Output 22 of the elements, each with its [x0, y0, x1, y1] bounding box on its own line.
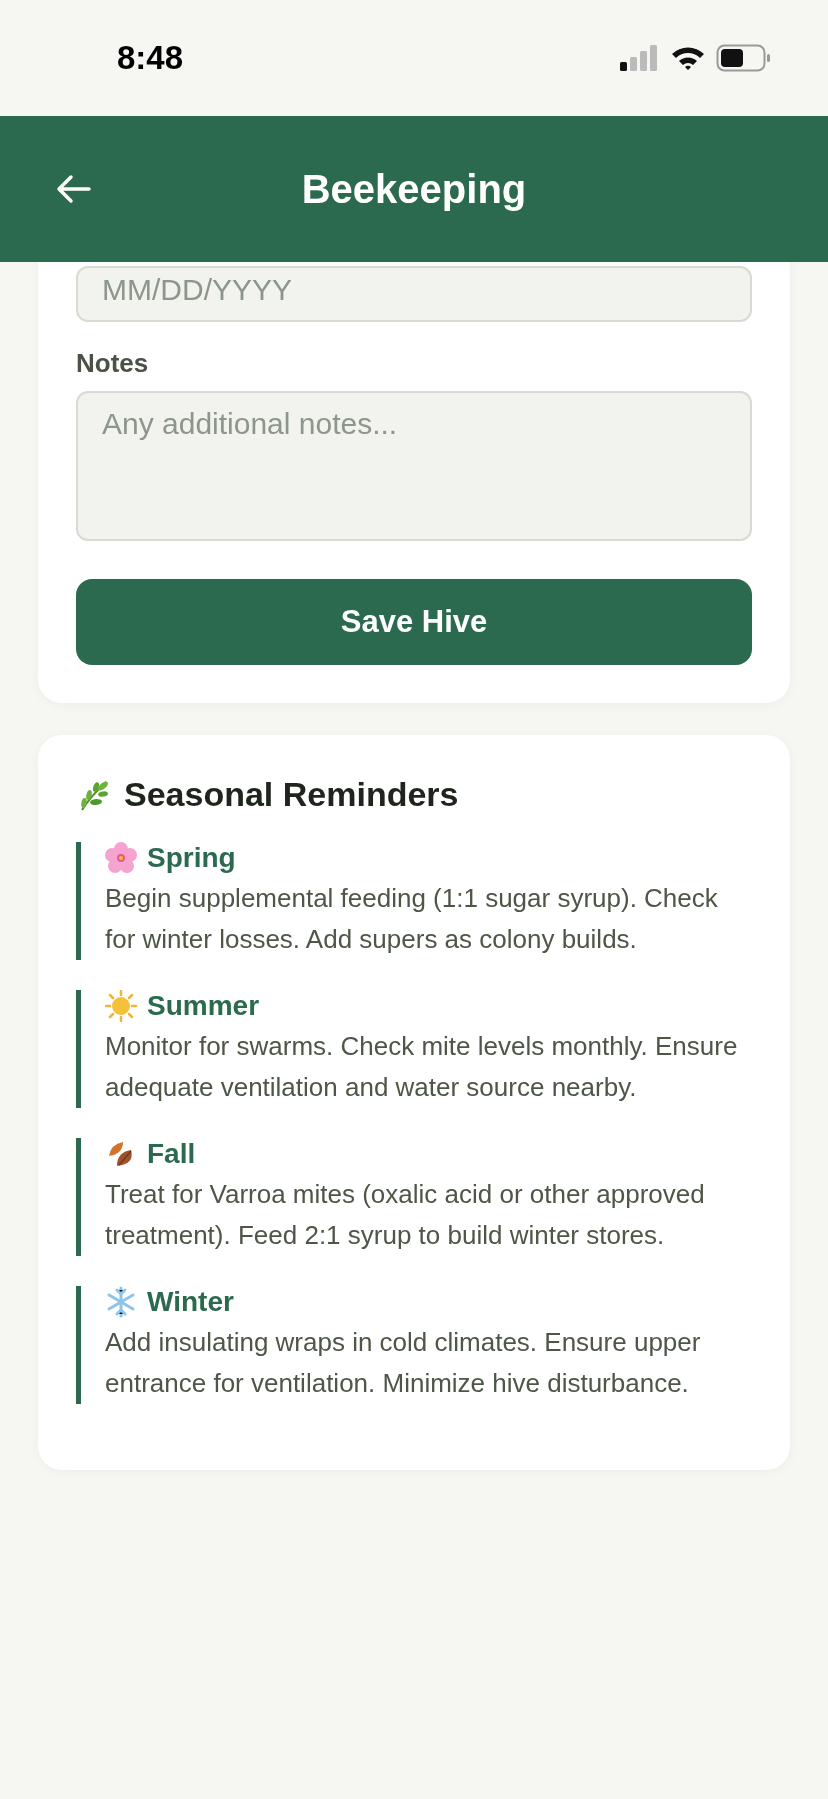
battery-icon: [716, 44, 772, 72]
sun-icon: [105, 990, 137, 1022]
reminder-text: Monitor for swarms. Check mite levels monthly. Ensure adequate ventilation and water source nearby.: [105, 1030, 739, 1104]
season-name: Winter: [147, 1286, 234, 1318]
reminder-text: Treat for Varroa mites (oxalic acid or other approved treatment). Feed 2:1 syrup to build winter stores.: [105, 1178, 706, 1252]
section-title: Seasonal Reminders: [124, 775, 459, 814]
notes-field[interactable]: Any additional notes...: [76, 391, 752, 541]
flower-icon: [105, 842, 137, 874]
date-field[interactable]: MM/DD/YYYY: [76, 266, 752, 322]
snowflake-icon: [105, 1286, 137, 1318]
season-name: Fall: [147, 1138, 196, 1170]
wifi-icon: [670, 45, 706, 71]
status-time: 8:48: [117, 39, 184, 77]
signal-icon: [620, 45, 660, 71]
back-arrow-icon[interactable]: [56, 174, 92, 204]
reminder-text: Begin supplemental feeding (1:1 sugar syrup). Check for winter losses. Add supers as colony builds.: [105, 882, 719, 956]
season-name: Summer: [147, 990, 260, 1022]
save-hive-button[interactable]: Save Hive: [76, 579, 752, 665]
notes-label: Notes: [76, 348, 150, 379]
season-name: Spring: [147, 842, 236, 874]
reminder-text: Add insulating wraps in cold climates. Ensure upper entrance for ventilation. Minimize hive disturbance.: [105, 1326, 702, 1400]
screen-title: Beekeeping: [301, 166, 527, 212]
